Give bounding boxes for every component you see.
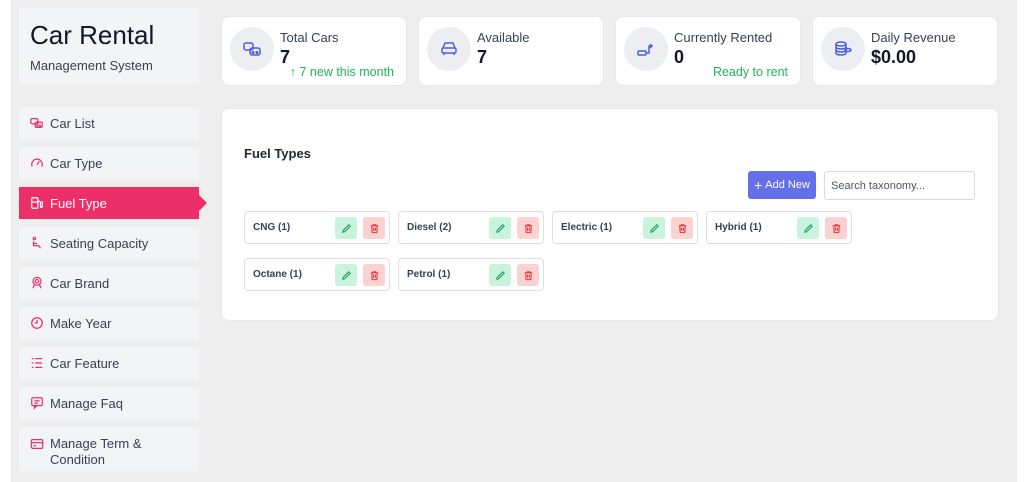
sidebar-item-manage-term-condition[interactable]: Manage Term & Condition: [19, 427, 199, 471]
pencil-icon[interactable]: [643, 217, 665, 239]
stat-value: 7: [280, 47, 291, 67]
chip-label: Octane (1): [253, 269, 302, 280]
stat-label: Daily Revenue: [871, 30, 956, 45]
stat-card-available: Available 7: [418, 16, 604, 86]
search-taxonomy-input[interactable]: [824, 171, 975, 200]
taxonomy-chip: Octane (1): [244, 258, 390, 291]
trash-icon[interactable]: [671, 217, 693, 239]
add-new-button[interactable]: + Add New: [748, 171, 816, 199]
pencil-icon[interactable]: [489, 264, 511, 286]
chip-label: Electric (1): [561, 222, 613, 233]
brand-title: Car Rental: [30, 20, 155, 50]
sidebar-item-label: Manage Term & Condition: [50, 436, 142, 467]
sidebar-item-label: Car Type: [50, 155, 103, 171]
sidebar-item-manage-faq[interactable]: Manage Faq: [19, 387, 199, 419]
stat-card-currently-rented: Currently Rented 0 Ready to rent: [615, 16, 801, 86]
cars-icon: [230, 27, 274, 71]
sidebar-item-car-brand[interactable]: Car Brand: [19, 267, 199, 299]
trash-icon[interactable]: [363, 264, 385, 286]
chip-label: Petrol (1): [407, 269, 451, 280]
stat-label: Available: [477, 30, 530, 45]
car-icon: [427, 27, 471, 71]
main-content: Total Cars 7 ↑ 7 new this month Availabl…: [207, 0, 1017, 482]
seat-icon: [30, 236, 44, 250]
sidebar-item-seating-capacity[interactable]: Seating Capacity: [19, 227, 199, 259]
fuel-types-panel: Fuel Types + Add New CNG (1) Diesel (2) …: [221, 108, 999, 321]
speedometer-icon: [30, 156, 44, 170]
trash-icon[interactable]: [517, 217, 539, 239]
badge-icon: [30, 276, 44, 290]
stat-note: Ready to rent: [712, 65, 788, 79]
sidebar: Car Rental Management System Car List Ca…: [11, 0, 207, 482]
stat-value: 7: [477, 47, 488, 67]
brand-block: Car Rental Management System: [19, 8, 199, 84]
pencil-icon[interactable]: [335, 217, 357, 239]
trash-icon[interactable]: [517, 264, 539, 286]
fuel-pump-icon: [30, 196, 44, 210]
sidebar-item-label: Make Year: [50, 315, 112, 331]
stat-card-total-cars: Total Cars 7 ↑ 7 new this month: [221, 16, 407, 86]
card-icon: [30, 437, 44, 451]
chip-label: CNG (1): [253, 222, 291, 233]
plus-icon: +: [754, 177, 763, 193]
list-icon: [30, 356, 44, 370]
stat-label: Total Cars: [280, 30, 339, 45]
coins-icon: [821, 27, 865, 71]
trash-icon[interactable]: [363, 217, 385, 239]
sidebar-item-make-year[interactable]: Make Year: [19, 307, 199, 339]
sidebar-item-car-type[interactable]: Car Type: [19, 147, 199, 179]
taxonomy-chip: CNG (1): [244, 211, 390, 244]
stat-label: Currently Rented: [674, 30, 773, 45]
chip-label: Hybrid (1): [715, 222, 762, 233]
panel-title: Fuel Types: [244, 146, 311, 161]
brand-subtitle: Management System: [30, 58, 153, 73]
stat-note: ↑ 7 new this month: [289, 65, 394, 79]
trash-icon[interactable]: [825, 217, 847, 239]
pencil-icon[interactable]: [797, 217, 819, 239]
pencil-icon[interactable]: [335, 264, 357, 286]
chat-icon: [30, 396, 44, 410]
sidebar-item-label: Car Feature: [50, 355, 120, 371]
route-icon: [624, 27, 668, 71]
sidebar-item-label: Manage Faq: [50, 395, 123, 411]
page-edge: [1017, 0, 1024, 482]
stat-value: 0: [674, 47, 685, 67]
taxonomy-chip: Hybrid (1): [706, 211, 852, 244]
sidebar-item-car-feature[interactable]: Car Feature: [19, 347, 199, 379]
stat-card-daily-revenue: Daily Revenue $0.00: [812, 16, 998, 86]
add-new-label: Add New: [765, 179, 810, 191]
sidebar-item-car-list[interactable]: Car List: [19, 107, 199, 139]
taxonomy-chip: Diesel (2): [398, 211, 544, 244]
sidebar-item-label: Fuel Type: [50, 195, 107, 211]
car-front-icon: [30, 116, 44, 130]
sidebar-item-label: Car List: [50, 115, 95, 131]
sidebar-item-label: Car Brand: [50, 275, 110, 291]
clock-icon: [30, 316, 44, 330]
chip-label: Diesel (2): [407, 222, 452, 233]
taxonomy-chip: Petrol (1): [398, 258, 544, 291]
sidebar-item-label: Seating Capacity: [50, 235, 149, 251]
stat-value: $0.00: [871, 47, 917, 67]
taxonomy-chip: Electric (1): [552, 211, 698, 244]
sidebar-item-fuel-type[interactable]: Fuel Type: [19, 187, 207, 219]
pencil-icon[interactable]: [489, 217, 511, 239]
